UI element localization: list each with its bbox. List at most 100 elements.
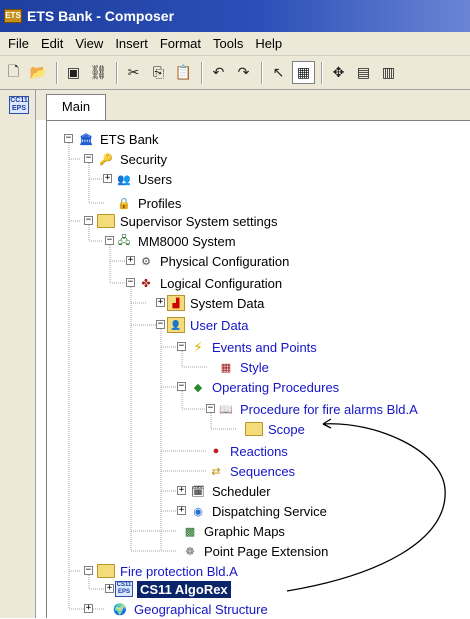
expand-toggle[interactable]: + [156, 298, 165, 307]
paste-icon[interactable]: 📋 [172, 61, 195, 84]
tree-node-label: Logical Configuration [160, 275, 283, 291]
tree-node-users[interactable]: 👥 Users [115, 169, 173, 189]
expand-toggle[interactable]: + [177, 506, 186, 515]
tree-node-supervisor-settings[interactable]: Supervisor System settings [97, 211, 279, 231]
tree-node-geographical-structure[interactable]: 🌍 Geographical Structure [111, 599, 269, 619]
tree-node-label: Scope [268, 421, 305, 437]
tree-node-dispatching-service[interactable]: ◉ Dispatching Service [189, 501, 328, 521]
chart-icon: ▟ [167, 295, 185, 311]
cs11-badge-line1: CS11 [116, 582, 132, 588]
menu-bar: File Edit View Insert Format Tools Help [0, 32, 470, 56]
title-bar[interactable]: ETS ETS Bank - Composer [0, 0, 470, 32]
tree-node-label: Fire protection Bld.A [120, 563, 238, 579]
reactions-icon: ● [212, 445, 220, 457]
menu-format[interactable]: Format [154, 36, 207, 51]
tree-node-operating-procedures[interactable]: ◆ Operating Procedures [189, 377, 340, 397]
collapse-toggle[interactable]: − [126, 278, 135, 287]
tree-node-security[interactable]: 🔑 Security [97, 149, 168, 169]
tab-main[interactable]: Main [46, 94, 106, 121]
layout-alt-icon[interactable]: ▥ [377, 61, 400, 84]
tree-node-fire-protection[interactable]: Fire protection Bld.A [97, 561, 239, 581]
redo-icon[interactable]: ↷ [232, 61, 255, 84]
collapse-toggle[interactable]: − [84, 154, 93, 163]
tree-node-scheduler[interactable]: 🗓 Scheduler [189, 481, 272, 501]
copy-icon[interactable]: ⎘ [147, 61, 170, 84]
tree-node-profiles[interactable]: 🔒 Profiles [115, 193, 182, 213]
tree-node-label: CS11 AlgoRex [137, 580, 231, 598]
tree-node-label: Security [120, 151, 167, 167]
menu-edit[interactable]: Edit [35, 36, 69, 51]
toolbar-separator [261, 61, 263, 84]
collapse-toggle[interactable]: − [206, 404, 215, 413]
tree-node-label: User Data [190, 317, 249, 333]
point-page-icon: ☸ [185, 545, 195, 558]
collapse-toggle[interactable]: − [84, 216, 93, 225]
menu-view[interactable]: View [69, 36, 109, 51]
tree-node-scope[interactable]: Scope [245, 419, 306, 439]
cut-icon[interactable]: ✂ [122, 61, 145, 84]
tree-node-system-data[interactable]: ▟ System Data [167, 293, 265, 313]
tree-node-label: Physical Configuration [160, 253, 290, 269]
tree-node-events-points[interactable]: ⚡ Events and Points [189, 337, 318, 357]
link-icon[interactable]: ⛓ [87, 61, 110, 84]
tree-node-style[interactable]: ▦ Style [217, 357, 270, 377]
move-icon[interactable]: ✥ [327, 61, 350, 84]
tree-node-label: Geographical Structure [134, 601, 268, 617]
collapse-toggle[interactable]: − [64, 134, 73, 143]
tree-node-physical-config[interactable]: ⚙ Physical Configuration [137, 251, 290, 271]
rail-icon-line1: CC11 [10, 97, 28, 104]
properties-icon[interactable]: ▣ [62, 61, 85, 84]
bank-icon: 🏛 [79, 133, 93, 146]
tree-node-reactions[interactable]: ● Reactions [207, 441, 289, 461]
tree-panel[interactable]: − − + − − + − + − − − − + + − + + 🏛 ETS … [46, 120, 470, 618]
layout-icon[interactable]: ▤ [352, 61, 375, 84]
collapse-toggle[interactable]: − [156, 320, 165, 329]
collapse-toggle[interactable]: − [84, 566, 93, 575]
tab-strip: Main [36, 90, 470, 121]
lock-icon: 🔒 [117, 197, 131, 210]
collapse-toggle[interactable]: − [177, 382, 186, 391]
expand-toggle[interactable]: + [105, 584, 114, 593]
menu-tools[interactable]: Tools [207, 36, 249, 51]
new-icon[interactable]: 🗋 [2, 61, 25, 84]
collapse-toggle[interactable]: − [177, 342, 186, 351]
globe-icon: 🌍 [113, 603, 127, 616]
tree-node-cs11-algorex[interactable]: CS11 EPS CS11 AlgoRex [115, 579, 231, 599]
expand-toggle[interactable]: + [103, 174, 112, 183]
tree-node-logical-config[interactable]: ✤ Logical Configuration [137, 273, 283, 293]
table-icon: ▦ [220, 361, 232, 374]
tree-node-label: Scheduler [212, 483, 271, 499]
users-icon: 👥 [117, 173, 131, 186]
tree-node-label: System Data [190, 295, 265, 311]
tree-node-label: MM8000 System [138, 233, 236, 249]
tree-node-label: ETS Bank [100, 131, 159, 147]
tree-node-graphic-maps[interactable]: ▩ Graphic Maps [181, 521, 286, 541]
menu-file[interactable]: File [2, 36, 35, 51]
tree-node-ets-bank[interactable]: 🏛 ETS Bank [77, 129, 160, 149]
tree-node-point-page-extension[interactable]: ☸ Point Page Extension [181, 541, 329, 561]
expand-toggle[interactable]: + [126, 256, 135, 265]
tree-node-sequences[interactable]: ⇄ Sequences [207, 461, 296, 481]
cs11-eps-icon[interactable]: CC11 EPS [9, 96, 29, 114]
undo-icon[interactable]: ↶ [207, 61, 230, 84]
tree-node-label: Procedure for fire alarms Bld.A [240, 401, 418, 417]
tree-node-user-data[interactable]: 👤 User Data [167, 315, 250, 335]
tree-node-label: Sequences [230, 463, 296, 479]
collapse-toggle[interactable]: − [105, 236, 114, 245]
menu-insert[interactable]: Insert [109, 36, 154, 51]
cs11-eps-icon: CS11 EPS [115, 581, 133, 597]
pointer-icon[interactable]: ↖ [267, 61, 290, 84]
expand-toggle[interactable]: + [84, 604, 93, 613]
grid-icon[interactable]: ▦ [292, 61, 315, 84]
menu-help[interactable]: Help [249, 36, 288, 51]
tree-node-mm8000[interactable]: 🖧 MM8000 System [115, 231, 237, 251]
procedure-icon: ◆ [193, 381, 203, 394]
tree-node-label: Dispatching Service [212, 503, 327, 519]
toolbar: 🗋 📂 ▣ ⛓ ✂ ⎘ 📋 ↶ ↷ ↖ ▦ ✥ ▤ ▥ [0, 56, 470, 90]
gears-icon: ⚙ [141, 255, 151, 268]
key-icon: 🔑 [99, 153, 113, 166]
tree-node-procedure-fire-alarms[interactable]: 📖 Procedure for fire alarms Bld.A [217, 399, 419, 419]
toolbar-separator [321, 61, 323, 84]
expand-toggle[interactable]: + [177, 486, 186, 495]
open-icon[interactable]: 📂 [27, 61, 50, 84]
